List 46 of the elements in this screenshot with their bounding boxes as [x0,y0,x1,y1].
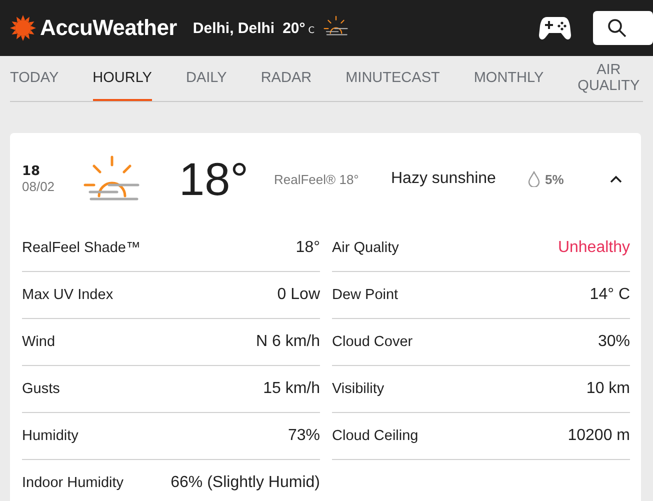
condition-text: Hazy sunshine [391,168,497,189]
nav-tab[interactable]: HOURLY [92,56,152,101]
detail-value: 73% [288,427,320,445]
detail-value: N 6 km/h [256,333,320,351]
detail-label: Air Quality [332,240,399,256]
detail-label: Max UV Index [22,287,114,303]
sun-logo-icon [10,15,36,41]
nav-tab[interactable]: TODAY [10,56,59,101]
precipitation-text: 5% [545,172,564,186]
detail-label: Visibility [332,381,384,397]
detail-label: Gusts [22,381,60,397]
gamepad-icon[interactable] [539,15,571,41]
search-field[interactable] [593,11,653,45]
unit-label: C [308,26,315,36]
raindrop-icon [528,171,540,187]
location-name[interactable]: Delhi, Delhi [192,20,275,36]
detail-value: Unhealthy [558,239,630,257]
detail-label: Cloud Ceiling [332,428,418,444]
detail-value: 10200 m [568,427,630,445]
current-temperature: 20° [282,20,306,36]
detail-label: Humidity [22,428,78,444]
nav-tab[interactable]: MONTHLY [474,56,544,101]
nav-tab[interactable]: AIR QUALITY [578,56,640,101]
detail-label: RealFeel Shade™ [22,240,140,256]
hour-temperature: 18° [179,152,250,206]
detail-label: Dew Point [332,287,398,303]
hazy-sun-icon [322,15,349,37]
detail-value: 15 km/h [263,380,320,398]
detail-value: 30% [598,333,630,351]
nav-tab[interactable]: MINUTECAST [346,56,440,101]
nav-tab[interactable]: DAILY [186,56,227,101]
detail-label: Wind [22,334,56,350]
chevron-up-icon[interactable] [610,175,622,183]
search-icon [607,18,627,38]
hour-time: 18 [22,164,42,179]
nav-tab[interactable]: RADAR [260,56,312,101]
brand-name[interactable]: AccuWeather [40,15,177,41]
detail-label: Indoor Humidity [22,475,124,491]
hour-date: 08/02 [22,179,56,194]
realfeel-text: RealFeel® 18° [274,172,360,186]
detail-value: 0 Low [277,286,320,304]
detail-label: Cloud Cover [332,334,413,350]
detail-value: 66% (Slightly Humid) [170,474,320,492]
detail-value: 18° [296,239,320,257]
detail-value: 14° C [590,286,630,304]
detail-value: 10 km [586,380,630,398]
